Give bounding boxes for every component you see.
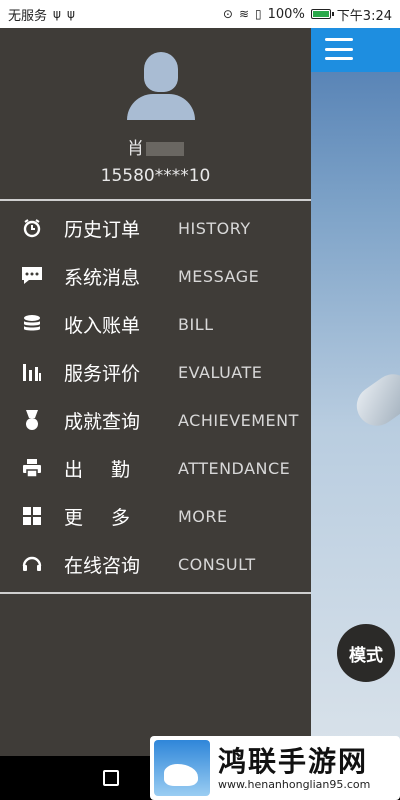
recents-button[interactable] bbox=[103, 770, 119, 786]
menu-item-history[interactable]: 历史订单 HISTORY bbox=[0, 204, 311, 252]
menu-icon[interactable] bbox=[325, 38, 353, 60]
menu-item-en: MORE bbox=[178, 506, 228, 526]
status-time: 下午3:24 bbox=[336, 8, 392, 24]
status-bar: 无服务 ψ ψ ⊙ ≋ ▯ 100% 下午3:24 bbox=[0, 0, 400, 28]
menu-item-en: ACHIEVEMENT bbox=[178, 410, 299, 430]
menu-item-en: BILL bbox=[178, 314, 214, 334]
grid-icon bbox=[20, 504, 44, 528]
usb-icon: ψ bbox=[53, 7, 61, 21]
divider bbox=[0, 592, 311, 594]
history-icon bbox=[20, 216, 44, 240]
menu-item-label: 更多 bbox=[64, 506, 159, 529]
location-icon: ⊙ bbox=[222, 7, 233, 21]
user-phone: 15580****10 bbox=[100, 166, 211, 186]
user-name: 肖 bbox=[0, 134, 311, 159]
sim-icon: ▯ bbox=[255, 7, 262, 21]
battery-percent: 100% bbox=[267, 6, 305, 22]
carrier-label: 无服务 bbox=[8, 8, 48, 24]
menu-item-label: 服务评价 bbox=[64, 362, 141, 385]
coins-icon bbox=[20, 312, 44, 336]
headset-icon bbox=[20, 552, 44, 576]
menu-item-label: 在线咨询 bbox=[64, 554, 141, 577]
menu-item-en: EVALUATE bbox=[178, 362, 263, 382]
watermark-url: www.henanhonglian95.com bbox=[218, 777, 371, 791]
menu-item-label: 出勤 bbox=[64, 458, 159, 481]
menu-item-label: 收入账单 bbox=[64, 314, 141, 337]
drawer-menu: 历史订单 HISTORY 系统消息 MESSAGE 收入账单 BILL 服务评价… bbox=[0, 204, 311, 588]
menu-item-attendance[interactable]: 出勤 ATTENDANCE bbox=[0, 444, 311, 492]
menu-item-label: 系统消息 bbox=[64, 266, 141, 289]
mode-button[interactable]: 模式 bbox=[337, 624, 395, 682]
menu-item-en: CONSULT bbox=[178, 554, 256, 574]
menu-item-en: HISTORY bbox=[178, 218, 251, 238]
menu-item-more[interactable]: 更多 MORE bbox=[0, 492, 311, 540]
battery-icon bbox=[310, 9, 334, 19]
watermark-logo bbox=[154, 740, 210, 796]
message-icon bbox=[20, 264, 44, 288]
menu-item-bill[interactable]: 收入账单 BILL bbox=[0, 300, 311, 348]
menu-item-message[interactable]: 系统消息 MESSAGE bbox=[0, 252, 311, 300]
menu-item-consult[interactable]: 在线咨询 CONSULT bbox=[0, 540, 311, 588]
menu-item-label: 成就查询 bbox=[64, 410, 141, 433]
navigation-drawer: 肖 15580****10 历史订单 HISTORY 系统消息 MESSAGE … bbox=[0, 28, 311, 756]
wifi-icon: ≋ bbox=[238, 7, 250, 21]
redacted-name bbox=[146, 142, 184, 156]
usb-icon: ψ bbox=[66, 7, 75, 21]
menu-item-en: ATTENDANCE bbox=[178, 458, 291, 478]
bar-chart-icon bbox=[20, 360, 44, 384]
watermark: 鸿联手游网 www.henanhonglian95.com bbox=[150, 736, 400, 800]
medal-icon bbox=[20, 408, 44, 432]
menu-item-achievement[interactable]: 成就查询 ACHIEVEMENT bbox=[0, 396, 311, 444]
menu-item-en: MESSAGE bbox=[178, 266, 260, 286]
menu-item-evaluate[interactable]: 服务评价 EVALUATE bbox=[0, 348, 311, 396]
menu-item-label: 历史订单 bbox=[64, 218, 141, 241]
watermark-title: 鸿联手游网 bbox=[218, 744, 369, 778]
divider bbox=[0, 199, 311, 201]
avatar[interactable] bbox=[127, 52, 195, 120]
printer-icon bbox=[20, 456, 44, 480]
